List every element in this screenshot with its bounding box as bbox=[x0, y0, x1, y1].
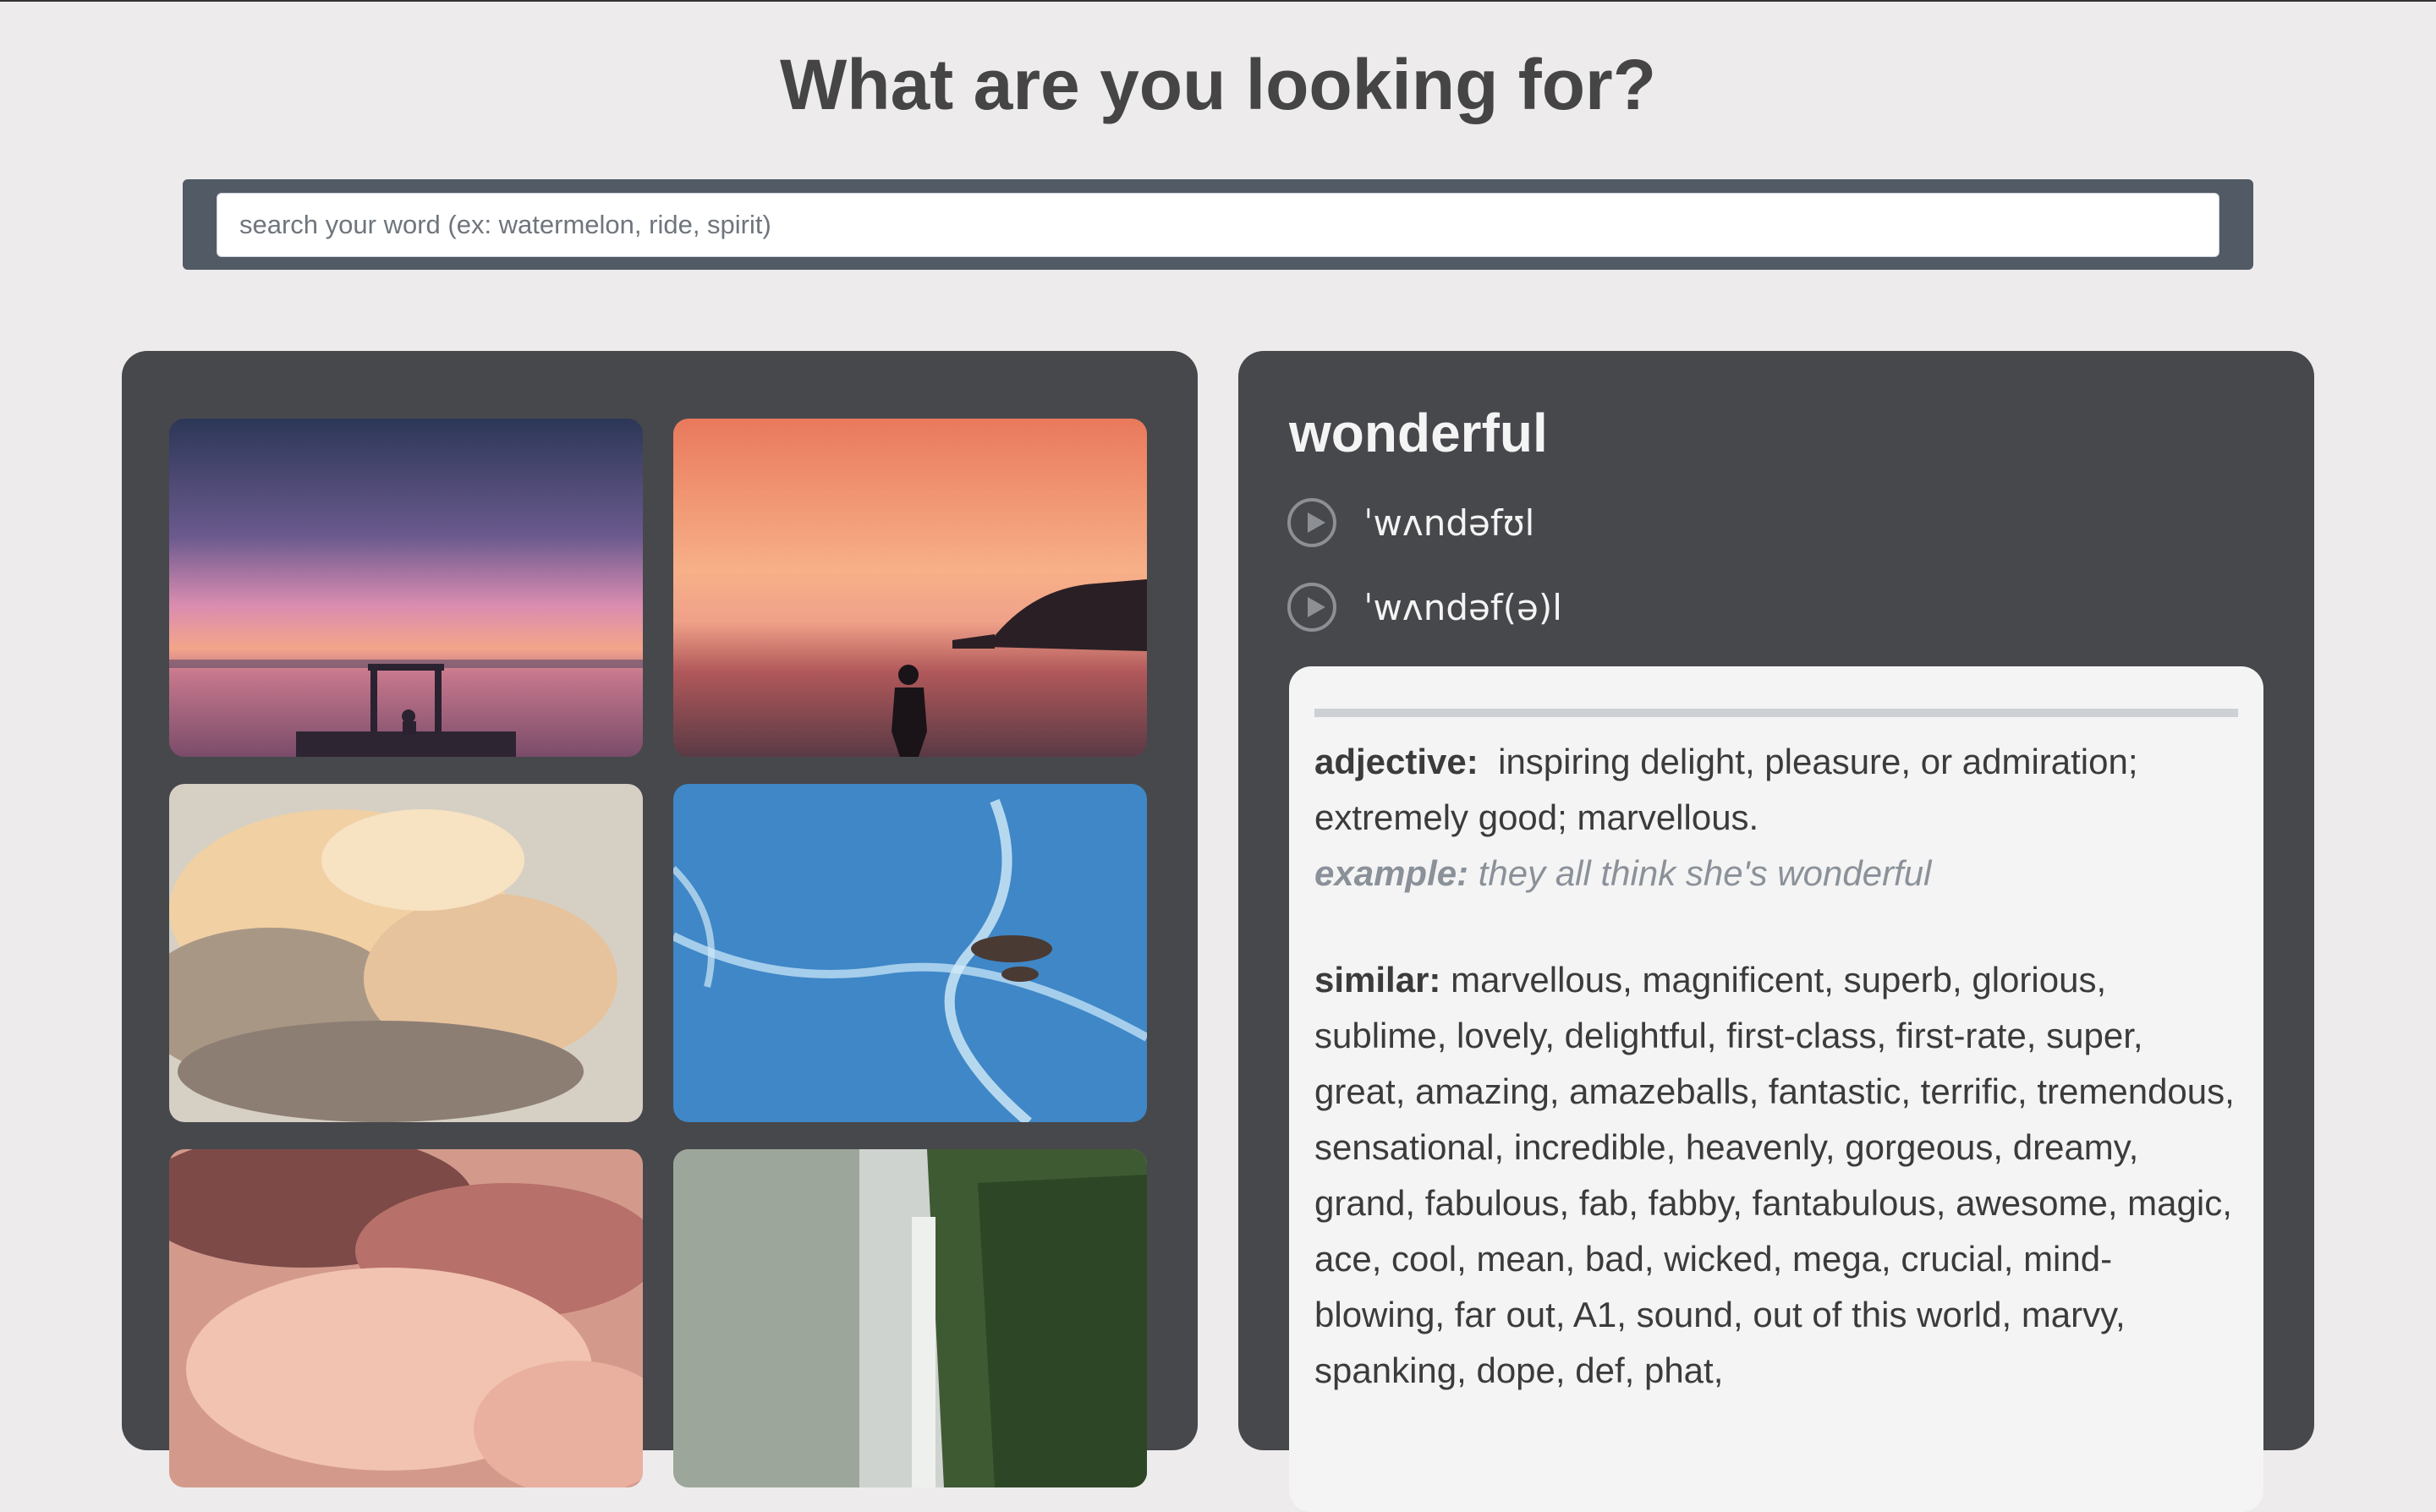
photo-image bbox=[169, 1149, 643, 1487]
page-title: What are you looking for? bbox=[779, 45, 1656, 124]
similar-label: similar: bbox=[1314, 960, 1441, 1000]
gallery-photo[interactable] bbox=[673, 419, 1147, 757]
meaning-card: adjective: inspiring delight, pleasure, … bbox=[1289, 666, 2263, 1512]
example-line: example: they all think she's wonderful bbox=[1314, 853, 1931, 893]
play-icon[interactable] bbox=[1287, 583, 1336, 632]
photo-image bbox=[169, 419, 643, 757]
gallery-photo[interactable] bbox=[673, 784, 1147, 1122]
similar-block: similar: marvellous, magnificent, superb… bbox=[1314, 952, 2236, 1399]
play-icon[interactable] bbox=[1287, 498, 1336, 547]
image-gallery bbox=[122, 351, 1198, 1487]
photo-image bbox=[673, 1149, 1147, 1487]
example-label: example: bbox=[1314, 853, 1469, 893]
gallery-photo[interactable] bbox=[169, 784, 643, 1122]
photo-image bbox=[673, 784, 1147, 1122]
part-of-speech: adjective: bbox=[1314, 742, 1479, 781]
search-input[interactable] bbox=[217, 193, 2219, 257]
example-text: they all think she's wonderful bbox=[1478, 853, 1932, 893]
phonetic-text: ˈwʌndəf(ə)l bbox=[1363, 586, 1562, 628]
gallery-photo[interactable] bbox=[169, 419, 643, 757]
word-title: wonderful bbox=[1289, 403, 1548, 463]
phonetic-text: ˈwʌndəfʊl bbox=[1363, 501, 1535, 544]
gallery-photo[interactable] bbox=[169, 1149, 643, 1487]
meaning-block: adjective: inspiring delight, pleasure, … bbox=[1314, 734, 2236, 901]
phonetic-row: ˈwʌndəfʊl bbox=[1287, 496, 1534, 549]
phonetic-row: ˈwʌndəf(ə)l bbox=[1287, 581, 1562, 633]
definition-panel: wonderful ˈwʌndəfʊl ˈwʌndəf(ə)l adjectiv… bbox=[1238, 351, 2314, 1512]
photo-image bbox=[169, 784, 643, 1122]
similar-words: marvellous, magnificent, superb, gloriou… bbox=[1314, 960, 2235, 1390]
photo-image bbox=[673, 419, 1147, 757]
gallery-photo[interactable] bbox=[673, 1149, 1147, 1487]
divider bbox=[1314, 709, 2238, 717]
search-bar bbox=[183, 179, 2253, 270]
